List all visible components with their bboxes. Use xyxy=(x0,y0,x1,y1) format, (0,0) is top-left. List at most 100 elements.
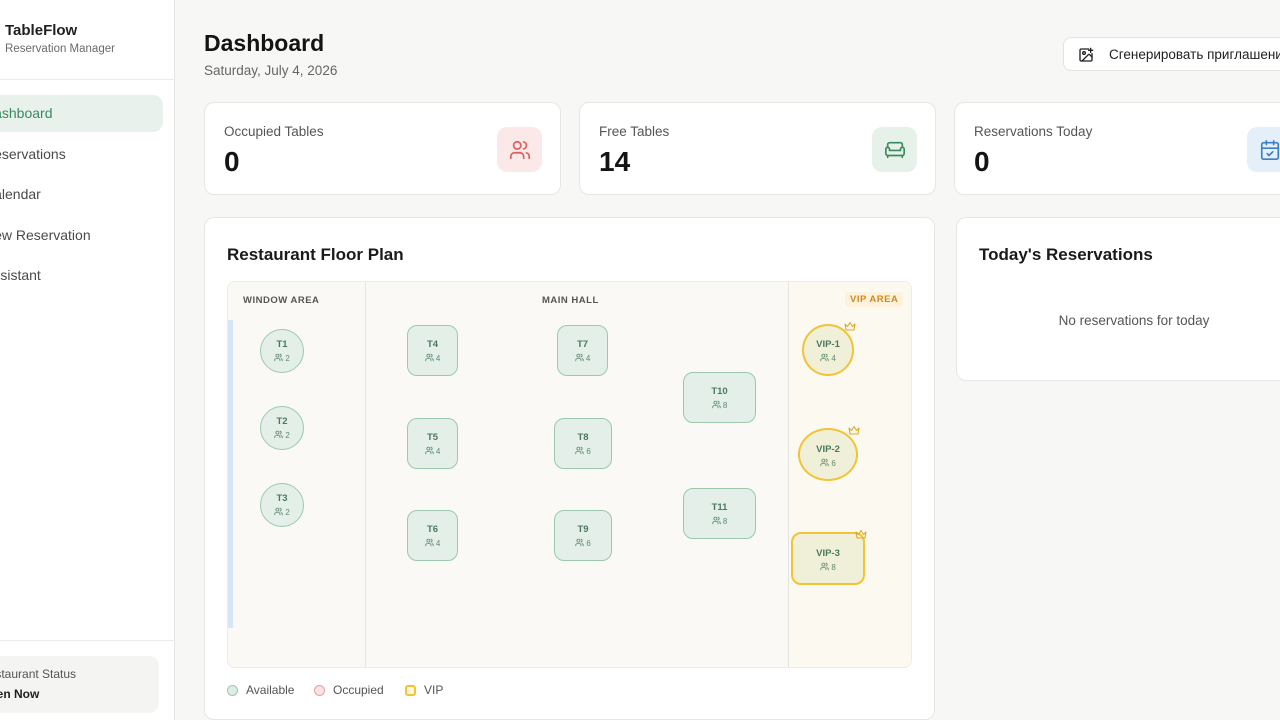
table-capacity-value: 8 xyxy=(829,562,836,572)
table-t9[interactable]: T9 6 xyxy=(554,510,612,561)
sidebar-item-label: New Reservation xyxy=(0,226,91,243)
zone-label-main: MAIN HALL xyxy=(542,295,599,306)
legend-label: Available xyxy=(246,683,295,697)
table-capacity-value: 2 xyxy=(283,508,290,517)
generate-invitation-button[interactable]: Сгенерировать приглашение xyxy=(1063,37,1280,71)
stat-card-reservations-today: Reservations Today 0 xyxy=(954,102,1280,195)
zone-divider xyxy=(365,282,366,667)
sidebar-divider xyxy=(0,79,175,80)
table-name: VIP-2 xyxy=(816,443,840,455)
table-capacity: 2 xyxy=(261,353,303,363)
table-name: T10 xyxy=(711,385,728,397)
users-icon xyxy=(497,127,542,172)
table-vip-1[interactable]: VIP-1 4 xyxy=(802,324,854,376)
brand-title: TableFlow xyxy=(5,22,78,39)
status-label: Restaurant Status xyxy=(0,667,77,681)
zone-divider xyxy=(788,282,789,667)
table-t7[interactable]: T7 4 xyxy=(557,325,608,376)
table-capacity: 4 xyxy=(408,446,457,456)
brand: TableFlow Reservation Manager xyxy=(5,22,115,55)
table-t5[interactable]: T5 4 xyxy=(407,418,458,469)
table-capacity-value: 4 xyxy=(829,354,836,363)
users-icon xyxy=(424,538,434,548)
table-name: T1 xyxy=(276,339,288,350)
restaurant-status: Restaurant Status Open Now xyxy=(0,656,159,713)
sidebar-item-calendar[interactable]: Calendar xyxy=(0,176,163,213)
table-capacity-value: 6 xyxy=(584,538,591,548)
sidebar-item-label: Calendar xyxy=(0,186,41,202)
table-name: T7 xyxy=(576,338,589,350)
table-name: VIP-3 xyxy=(816,547,840,559)
stat-label: Free Tables xyxy=(599,124,670,139)
users-icon xyxy=(575,446,584,456)
table-capacity: 2 xyxy=(261,430,303,440)
table-t4[interactable]: T4 4 xyxy=(407,325,458,376)
users-icon xyxy=(711,400,721,410)
table-t2[interactable]: T2 2 xyxy=(260,406,304,450)
legend-swatch xyxy=(314,685,325,696)
table-capacity-value: 8 xyxy=(720,400,728,410)
stat-value: 0 xyxy=(224,146,240,177)
sidebar-item-reservations[interactable]: Reservations xyxy=(0,136,163,173)
sidebar-item-label: Reservations xyxy=(0,145,66,162)
users-icon xyxy=(574,353,584,363)
legend-swatch xyxy=(227,685,238,696)
table-capacity-value: 2 xyxy=(283,431,290,440)
stat-card-occupied: Occupied Tables 0 xyxy=(204,102,561,195)
calendar-check-icon xyxy=(1247,127,1280,172)
legend-label: VIP xyxy=(424,683,444,697)
todays-reservations-card: Today's Reservations No reservations for… xyxy=(956,217,1280,381)
table-capacity: 2 xyxy=(261,507,303,517)
sidebar-item-label: Assistant xyxy=(0,267,41,283)
sidebar-item-dashboard[interactable]: Dashboard xyxy=(0,95,163,132)
users-icon xyxy=(575,538,584,548)
table-capacity: 8 xyxy=(684,516,755,526)
table-name: T11 xyxy=(711,501,728,513)
floor-plan-card: Restaurant Floor Plan WINDOW AREA MAIN H… xyxy=(204,217,935,720)
table-capacity: 4 xyxy=(408,353,457,363)
table-t11[interactable]: T11 8 xyxy=(683,488,756,539)
sidebar-nav: Dashboard Reservations Calendar New Rese… xyxy=(0,95,175,298)
table-name: T8 xyxy=(577,431,589,443)
table-name: T4 xyxy=(426,338,439,350)
stat-label: Reservations Today xyxy=(974,124,1093,139)
table-capacity: 8 xyxy=(684,400,755,410)
users-icon xyxy=(711,516,721,526)
reservations-empty-state: No reservations for today xyxy=(1058,313,1210,328)
table-vip-3[interactable]: VIP-3 8 xyxy=(791,532,865,585)
stat-card-free: Free Tables 14 xyxy=(579,102,936,195)
table-t1[interactable]: T1 2 xyxy=(260,329,304,373)
table-capacity: 6 xyxy=(800,458,856,468)
stat-value: 0 xyxy=(974,146,990,177)
table-capacity-value: 8 xyxy=(720,516,728,526)
zone-label-window: WINDOW AREA xyxy=(243,295,320,306)
stat-value: 14 xyxy=(599,146,631,177)
crown-icon xyxy=(848,422,860,435)
table-capacity: 6 xyxy=(555,538,611,548)
table-capacity: 8 xyxy=(793,562,863,572)
table-capacity-value: 4 xyxy=(433,446,441,456)
table-name: T9 xyxy=(577,523,589,535)
zone-label-vip: VIP AREA xyxy=(845,292,904,307)
floor-plan: WINDOW AREA MAIN HALL VIP AREA T1 2 T2 2T… xyxy=(227,281,912,668)
table-t8[interactable]: T8 6 xyxy=(554,418,612,469)
users-icon xyxy=(424,446,434,456)
legend-swatch xyxy=(405,685,416,696)
table-name: T6 xyxy=(426,523,439,535)
sidebar-item-new-reservation[interactable]: New Reservation xyxy=(0,217,163,254)
image-sparkle-icon xyxy=(1079,47,1094,62)
table-t3[interactable]: T3 2 xyxy=(260,483,304,527)
table-t10[interactable]: T10 8 xyxy=(683,372,756,423)
table-t6[interactable]: T6 4 xyxy=(407,510,458,561)
table-name: T3 xyxy=(276,493,288,504)
table-vip-2[interactable]: VIP-2 6 xyxy=(798,428,858,481)
sidebar-item-assistant[interactable]: Assistant xyxy=(0,257,163,294)
crown-icon xyxy=(855,526,867,539)
table-capacity-value: 2 xyxy=(283,354,290,363)
brand-subtitle: Reservation Manager xyxy=(5,43,115,55)
stat-label: Occupied Tables xyxy=(224,124,324,139)
sofa-icon xyxy=(872,127,917,172)
table-capacity-value: 4 xyxy=(583,353,591,363)
users-icon xyxy=(274,430,283,440)
table-capacity: 4 xyxy=(408,538,457,548)
